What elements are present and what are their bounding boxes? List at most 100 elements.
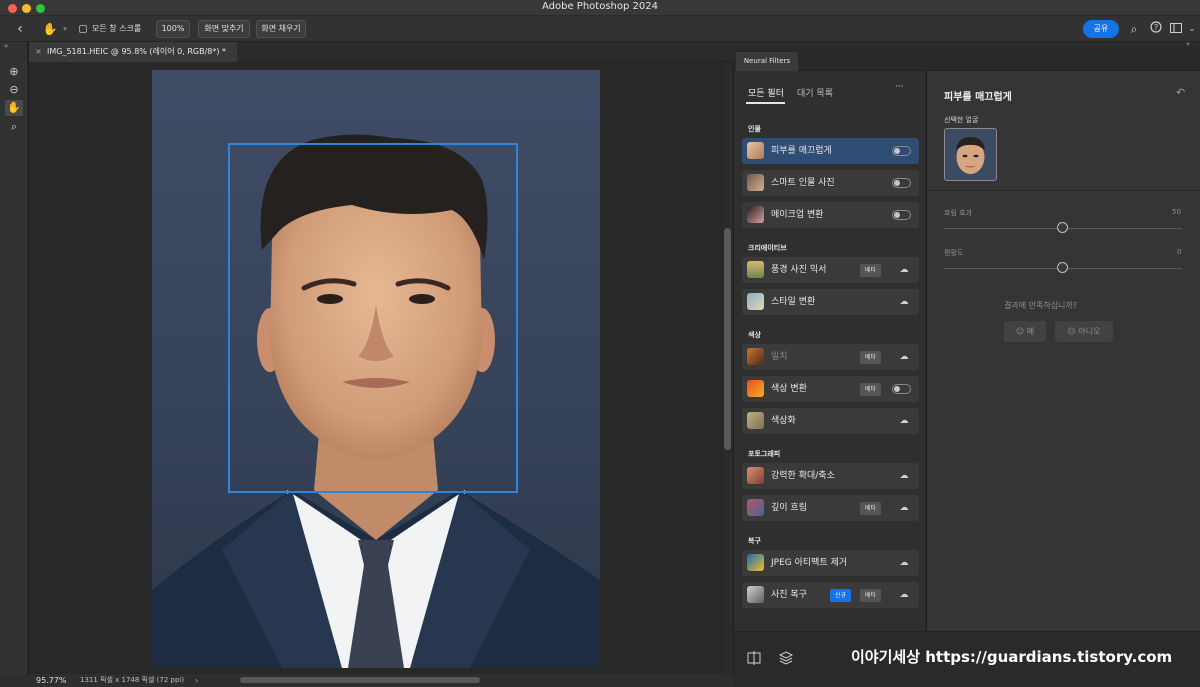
cloud-download-icon[interactable]: ☁ bbox=[897, 294, 911, 310]
divider bbox=[928, 190, 1200, 191]
filter-color-transfer[interactable]: 색상 변환 베타 bbox=[742, 376, 919, 402]
cloud-download-icon[interactable]: ☁ bbox=[897, 555, 911, 571]
filter-thumbnail bbox=[747, 586, 764, 603]
scroll-all-checkbox[interactable] bbox=[79, 25, 87, 33]
beta-badge: 베타 bbox=[860, 383, 882, 396]
section-restore: 복구 bbox=[748, 537, 761, 545]
tab-waitlist[interactable]: 대기 목록 bbox=[797, 86, 833, 99]
search-icon[interactable]: ⌕ bbox=[1126, 21, 1142, 37]
hand-tool-icon[interactable]: ✋ bbox=[42, 21, 58, 37]
layers-icon[interactable] bbox=[778, 650, 795, 666]
beta-badge: 베타 bbox=[860, 502, 882, 515]
document-tab-title: IMG_5181.HEIC @ 95.8% (레이어 0, RGB/8*) * bbox=[47, 47, 227, 56]
status-bar-left bbox=[0, 674, 29, 687]
chevron-right-icon[interactable]: › bbox=[195, 674, 198, 687]
before-after-icon[interactable] bbox=[747, 650, 763, 666]
beta-badge: 베타 bbox=[860, 589, 882, 602]
filter-super-zoom[interactable]: 강력한 확대/축소 ☁ bbox=[742, 463, 919, 489]
filter-label: 깊이 흐림 bbox=[771, 503, 807, 513]
feedback-yes-button[interactable]: ☺ 예 bbox=[1004, 321, 1046, 342]
active-tab-indicator bbox=[746, 102, 785, 104]
filter-thumbnail bbox=[747, 380, 764, 397]
filter-thumbnail bbox=[747, 142, 764, 159]
back-chevron-icon[interactable]: ‹ bbox=[12, 21, 28, 37]
filter-toggle[interactable] bbox=[892, 178, 911, 188]
filter-smart-portrait[interactable]: 스마트 인물 사진 bbox=[742, 170, 919, 196]
filter-label: 사진 복구 bbox=[771, 590, 807, 600]
filter-toggle[interactable] bbox=[892, 210, 911, 220]
filter-label: 색상화 bbox=[771, 416, 796, 426]
tab-all-filters[interactable]: 모든 필터 bbox=[748, 86, 784, 99]
feedback-no-label: 아니오 bbox=[1078, 327, 1101, 336]
horizontal-scroll-thumb[interactable] bbox=[240, 677, 480, 683]
cloud-download-icon[interactable]: ☁ bbox=[897, 262, 911, 278]
smoothness-slider-label: 평활도 bbox=[944, 249, 964, 257]
filter-makeup-transfer[interactable]: 메이크업 변환 bbox=[742, 202, 919, 228]
cloud-download-icon[interactable]: ☁ bbox=[897, 349, 911, 365]
filter-toggle[interactable] bbox=[892, 384, 911, 394]
filter-label: 색상 변환 bbox=[771, 384, 807, 394]
filter-label: 메이크업 변환 bbox=[771, 210, 824, 220]
feedback-yes-label: 예 bbox=[1026, 327, 1035, 336]
filter-thumbnail bbox=[747, 261, 764, 278]
smoothness-slider-value[interactable]: 0 bbox=[1177, 248, 1181, 256]
cloud-download-icon[interactable]: ☁ bbox=[897, 413, 911, 429]
help-icon[interactable]: ? bbox=[1148, 21, 1164, 37]
zoom-tool-icon[interactable]: ⌕ bbox=[5, 119, 23, 135]
filter-skin-smoothing[interactable]: 피부를 매끄럽게 bbox=[742, 138, 919, 164]
filter-label: 피부를 매끄럽게 bbox=[771, 146, 832, 156]
beta-badge: 베타 bbox=[860, 351, 882, 364]
filter-toggle[interactable] bbox=[892, 146, 911, 156]
smoothness-slider-knob[interactable] bbox=[1057, 262, 1068, 273]
close-tab-icon[interactable]: × bbox=[35, 42, 42, 62]
reset-icon[interactable]: ↶ bbox=[1176, 86, 1185, 99]
zoom-100-button[interactable]: 100% bbox=[156, 20, 190, 38]
filter-thumbnail bbox=[747, 412, 764, 429]
section-color: 색상 bbox=[748, 331, 761, 339]
zoom-out-icon[interactable]: ⊖ bbox=[5, 82, 23, 98]
filter-colorize[interactable]: 색상화 ☁ bbox=[742, 408, 919, 434]
blur-slider-knob[interactable] bbox=[1057, 222, 1068, 233]
workspace-icon[interactable] bbox=[1168, 21, 1184, 37]
detail-title: 피부를 매끄럽게 bbox=[944, 92, 1012, 103]
selected-face-label: 선택한 얼굴 bbox=[944, 116, 979, 124]
face-selection-box[interactable] bbox=[228, 143, 518, 493]
blur-slider-value[interactable]: 50 bbox=[1172, 208, 1181, 216]
document-info: 1311 픽셀 x 1748 픽셀 (72 ppi) bbox=[80, 676, 185, 684]
zoom-in-icon[interactable]: ⊕ bbox=[5, 64, 23, 80]
cloud-download-icon[interactable]: ☁ bbox=[897, 500, 911, 516]
selected-face-thumbnail[interactable] bbox=[944, 128, 997, 181]
hand-tool-icon[interactable]: ✋ bbox=[5, 100, 23, 116]
zoom-level[interactable]: 95.77% bbox=[36, 674, 67, 687]
filter-style-transfer[interactable]: 스타일 변환 ☁ bbox=[742, 289, 919, 315]
blur-slider-label: 흐림 효과 bbox=[944, 209, 972, 217]
feedback-question: 결과에 만족하십니까? bbox=[1004, 301, 1078, 310]
collapse-panel-icon[interactable]: » bbox=[1186, 40, 1190, 48]
document-tab[interactable]: × IMG_5181.HEIC @ 95.8% (레이어 0, RGB/8*) … bbox=[29, 42, 237, 62]
filter-label: 풍경 사진 믹서 bbox=[771, 265, 827, 275]
filter-landscape-mixer[interactable]: 풍경 사진 믹서 베타 ☁ bbox=[742, 257, 919, 283]
fill-screen-button[interactable]: 화면 채우기 bbox=[256, 20, 306, 38]
more-options-icon[interactable]: ··· bbox=[895, 82, 904, 92]
feedback-no-button[interactable]: ☹ 아니오 bbox=[1055, 321, 1113, 342]
filter-photo-restore[interactable]: 사진 복구 신규 베타 ☁ bbox=[742, 582, 919, 608]
expand-panel-icon[interactable]: » bbox=[4, 42, 8, 50]
filter-jpeg-artifacts[interactable]: JPEG 아티팩트 제거 ☁ bbox=[742, 550, 919, 576]
filter-harmonize[interactable]: 일치 베타 ☁ bbox=[742, 344, 919, 370]
filter-label: 강력한 확대/축소 bbox=[771, 471, 835, 481]
cloud-download-icon[interactable]: ☁ bbox=[897, 587, 911, 603]
filter-thumbnail bbox=[747, 499, 764, 516]
filter-depth-blur[interactable]: 깊이 흐림 베타 ☁ bbox=[742, 495, 919, 521]
filter-thumbnail bbox=[747, 348, 764, 365]
document-tab-bar: × IMG_5181.HEIC @ 95.8% (레이어 0, RGB/8*) … bbox=[29, 42, 734, 62]
vertical-scroll-thumb[interactable] bbox=[724, 228, 731, 450]
fit-screen-button[interactable]: 화면 맞추기 bbox=[198, 20, 250, 38]
filter-thumbnail bbox=[747, 467, 764, 484]
neural-filters-tab[interactable]: Neural Filters bbox=[736, 52, 798, 71]
title-bar: Adobe Photoshop 2024 bbox=[0, 0, 1200, 16]
share-button[interactable]: 공유 bbox=[1083, 20, 1119, 38]
chevron-down-icon[interactable]: ▾ bbox=[57, 21, 73, 37]
filter-label: 일치 bbox=[771, 352, 788, 362]
chevron-down-icon[interactable]: ⌄ bbox=[1184, 21, 1200, 37]
cloud-download-icon[interactable]: ☁ bbox=[897, 468, 911, 484]
